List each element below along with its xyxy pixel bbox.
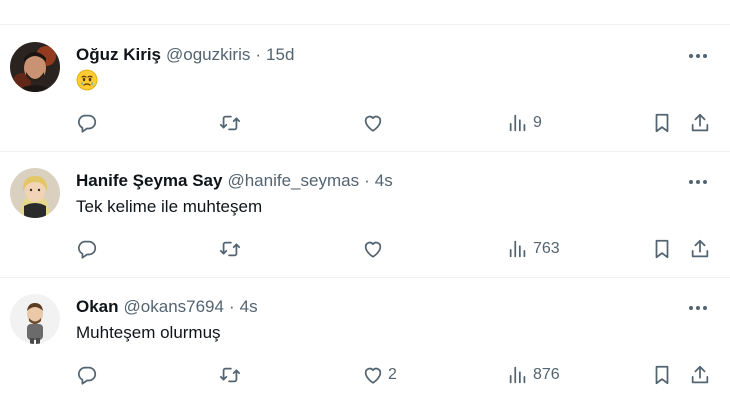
action-bar: 763 xyxy=(0,237,730,261)
timestamp[interactable]: 4s xyxy=(240,297,258,317)
action-bar: 2 876 xyxy=(0,363,730,387)
action-bar: 9 xyxy=(0,111,730,135)
tweet-header: Oğuz Kiriş @oguzkiris · 15d xyxy=(76,44,294,66)
share-icon xyxy=(691,365,709,384)
repost-icon xyxy=(219,367,241,383)
reply-icon xyxy=(78,366,97,385)
repost-button[interactable] xyxy=(219,237,245,261)
share-button[interactable] xyxy=(689,363,711,387)
user-handle[interactable]: @oguzkiris xyxy=(166,45,250,65)
repost-button[interactable] xyxy=(219,363,245,387)
views-button[interactable]: 763 xyxy=(507,237,560,261)
reply-tweet[interactable]: Hanife Şeyma Say @hanife_seymas · 4s Tek… xyxy=(0,152,730,278)
display-name[interactable]: Hanife Şeyma Say xyxy=(76,171,222,191)
bookmark-button[interactable] xyxy=(651,111,673,135)
like-icon xyxy=(364,367,382,384)
user-handle[interactable]: @hanife_seymas xyxy=(227,171,359,191)
more-icon[interactable] xyxy=(686,46,710,66)
timestamp[interactable]: 4s xyxy=(375,171,393,191)
separator-dot: · xyxy=(255,45,262,64)
more-icon[interactable] xyxy=(686,172,710,192)
reply-icon xyxy=(78,240,97,259)
separator-dot: · xyxy=(364,171,370,190)
view-count: 9 xyxy=(533,114,542,131)
like-count: 2 xyxy=(388,366,397,383)
bookmark-button[interactable] xyxy=(651,363,673,387)
share-button[interactable] xyxy=(689,111,711,135)
avatar[interactable] xyxy=(10,42,60,92)
reply-button[interactable] xyxy=(76,237,102,261)
bookmark-button[interactable] xyxy=(651,237,673,261)
views-button[interactable]: 876 xyxy=(507,363,560,387)
share-button[interactable] xyxy=(689,237,711,261)
repost-icon xyxy=(219,241,241,257)
repost-button[interactable] xyxy=(219,111,245,135)
avatar[interactable] xyxy=(10,168,60,218)
like-button[interactable] xyxy=(362,111,388,135)
bookmark-icon xyxy=(655,239,669,259)
separator-dot: · xyxy=(228,297,235,316)
tweet-header: Okan @okans7694 · 4s xyxy=(76,296,258,318)
bookmark-icon xyxy=(655,113,669,133)
view-count: 876 xyxy=(533,366,560,383)
views-icon xyxy=(509,114,526,132)
face-holding-back-tears-icon xyxy=(76,69,98,91)
previous-content-strip xyxy=(0,0,730,25)
user-handle[interactable]: @okans7694 xyxy=(124,297,224,317)
more-icon[interactable] xyxy=(686,298,710,318)
views-button[interactable]: 9 xyxy=(507,111,542,135)
reply-button[interactable] xyxy=(76,111,102,135)
like-icon xyxy=(364,115,382,132)
display-name[interactable]: Okan xyxy=(76,297,119,317)
reply-button[interactable] xyxy=(76,363,102,387)
avatar[interactable] xyxy=(10,294,60,344)
bookmark-icon xyxy=(655,365,669,385)
views-icon xyxy=(509,240,526,258)
view-count: 763 xyxy=(533,240,560,257)
like-button[interactable] xyxy=(362,237,388,261)
tweet-text: Muhteşem olurmuş xyxy=(76,323,221,342)
reply-tweet[interactable]: Oğuz Kiriş @oguzkiris · 15d 9 xyxy=(0,26,730,152)
tweet-header: Hanife Şeyma Say @hanife_seymas · 4s xyxy=(76,170,393,192)
like-button[interactable]: 2 xyxy=(362,363,397,387)
display-name[interactable]: Oğuz Kiriş xyxy=(76,45,161,65)
views-icon xyxy=(509,366,526,384)
tweet-text: Tek kelime ile muhteşem xyxy=(76,197,263,216)
like-icon xyxy=(364,241,382,258)
reply-icon xyxy=(78,114,97,133)
reply-tweet[interactable]: Okan @okans7694 · 4s Muhteşem olurmuş 2 … xyxy=(0,278,730,420)
timestamp[interactable]: 15d xyxy=(266,45,294,65)
repost-icon xyxy=(219,115,241,131)
share-icon xyxy=(691,239,709,258)
share-icon xyxy=(691,113,709,132)
